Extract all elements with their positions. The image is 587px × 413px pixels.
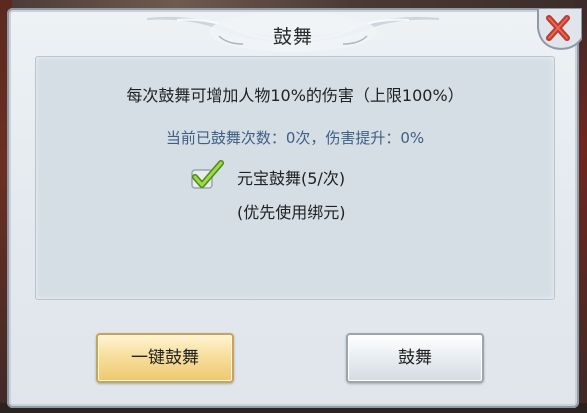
bound-ingot-note: (优先使用绑元) [237,203,346,222]
inspire-status: 当前已鼓舞次数：0次，伤害提升：0% [165,129,425,147]
ingot-inspire-checkbox[interactable] [189,160,225,192]
inspire-description: 每次鼓舞可增加人物10%的伤害（上限100%） [126,86,464,105]
content-panel: 每次鼓舞可增加人物10%的伤害（上限100%） 当前已鼓舞次数：0次，伤害提升：… [35,56,555,300]
close-button[interactable] [532,7,583,52]
dialog-title: 鼓舞 [272,26,313,48]
close-x-icon [537,7,583,50]
ingot-inspire-label: 元宝鼓舞(5/次) [237,169,346,188]
inspire-dialog: 鼓舞 每次鼓舞可增加人物10%的伤害（上限100%） 当前已鼓舞次数：0次，伤害… [7,7,583,408]
title-plate: 鼓舞 [147,10,439,60]
one-click-inspire-button[interactable]: 一键鼓舞 [96,333,234,383]
inspire-button[interactable]: 鼓舞 [346,333,484,383]
checkmark-icon [191,160,224,189]
